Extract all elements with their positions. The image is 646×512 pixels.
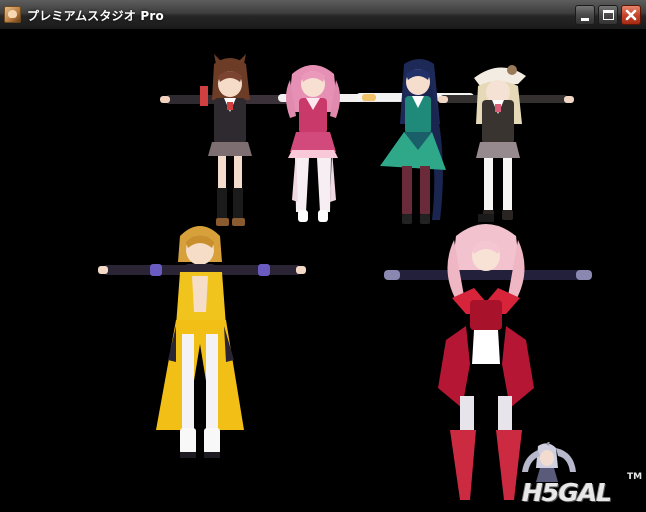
trademark-mark: TM xyxy=(627,472,643,482)
maximize-icon xyxy=(603,10,614,20)
watermark: H5GAL TM xyxy=(516,442,643,507)
watermark-text: H5GAL xyxy=(522,478,612,507)
title-bar[interactable]: プレミアムスタジオ Pro xyxy=(0,0,646,30)
figure-pink-twin-tails[interactable] xyxy=(278,65,411,222)
mascot-logo-icon xyxy=(522,442,576,482)
render-viewport[interactable]: H5GAL TM xyxy=(0,31,646,512)
figure-brown-hair-blazer[interactable] xyxy=(160,54,297,226)
close-button[interactable] xyxy=(621,5,641,25)
window-title: プレミアムスタジオ Pro xyxy=(27,9,164,23)
maximize-button[interactable] xyxy=(598,5,618,25)
app-portrait-icon[interactable] xyxy=(4,6,21,23)
minimize-button[interactable] xyxy=(575,5,595,25)
figure-navy-long-hair[interactable] xyxy=(356,59,474,224)
figure-blonde-yellow-outfit[interactable] xyxy=(98,226,306,458)
close-icon xyxy=(625,9,637,21)
figure-cream-hair-white-hat[interactable] xyxy=(438,65,574,220)
scene-canvas xyxy=(98,54,592,500)
minimize-icon xyxy=(581,18,589,21)
